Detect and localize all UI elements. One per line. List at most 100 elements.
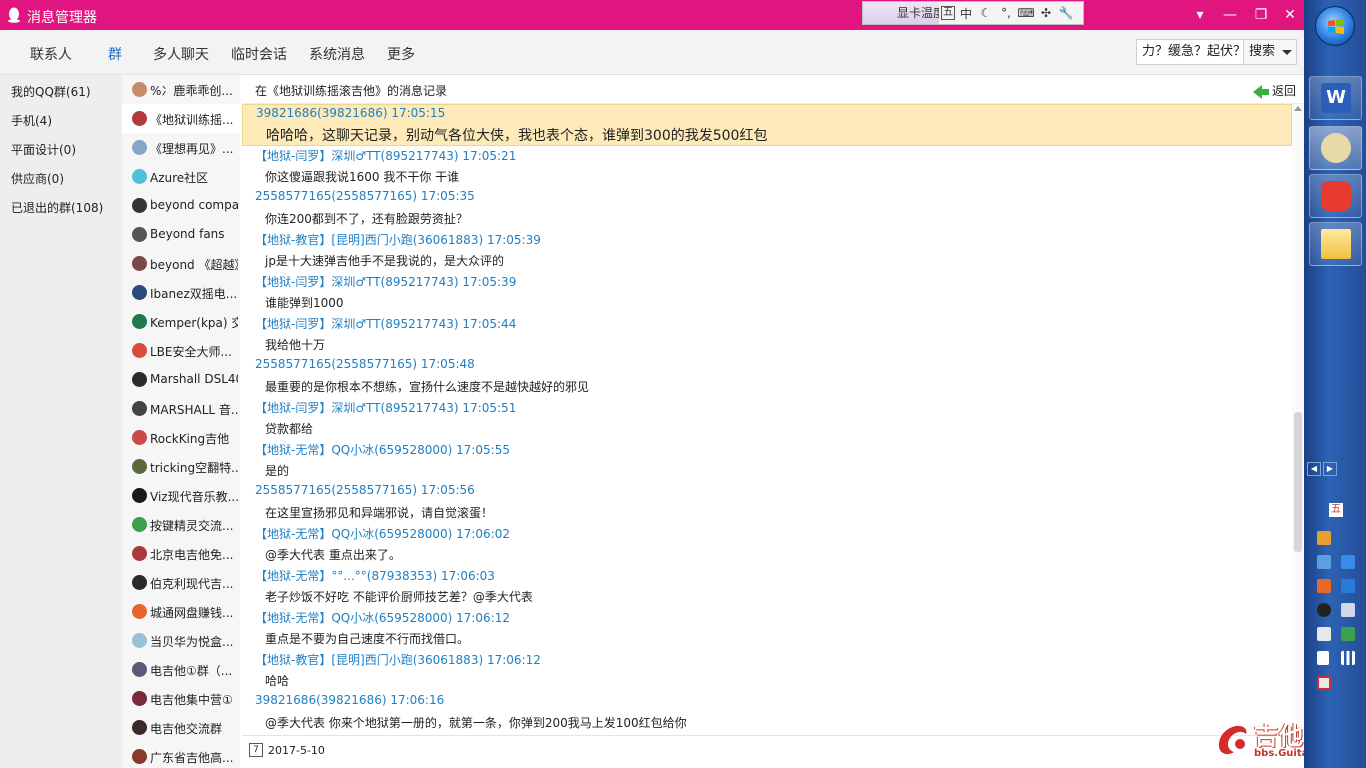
- tab-system-messages[interactable]: 系统消息: [309, 44, 365, 64]
- message-sender[interactable]: 【地狱-无常】°°...°°(87938353) 17:06:03: [255, 567, 495, 584]
- group-list-item[interactable]: 电吉他集中营①: [122, 684, 240, 713]
- search-input[interactable]: 力？缓急？起伏？: [1136, 39, 1244, 65]
- group-list-item[interactable]: 电吉他交流群: [122, 713, 240, 742]
- group-avatar: [132, 749, 147, 764]
- message-scrollbar[interactable]: [1292, 104, 1304, 734]
- scrollbar-thumb[interactable]: [1294, 412, 1302, 552]
- tray-bluetooth-icon[interactable]: [1341, 579, 1355, 593]
- chevron-right-icon[interactable]: ▶: [1323, 462, 1337, 476]
- group-list-item[interactable]: Marshall DSL40C: [122, 365, 240, 394]
- category-mobile[interactable]: 手机(4): [11, 112, 52, 129]
- category-sidebar: 我的QQ群(61) 手机(4) 平面设计(0) 供应商(0) 已退出的群(108…: [0, 75, 122, 768]
- group-list-item[interactable]: 广东省吉他高...: [122, 742, 240, 768]
- search-button[interactable]: 搜索: [1244, 39, 1297, 65]
- group-list-item[interactable]: Beyond fans: [122, 220, 240, 249]
- tray-app-icon[interactable]: [1317, 531, 1331, 545]
- message-item: 【地狱-教官】[昆明]西门小跑(36061883) 17:05:39 jp是十大速…: [242, 230, 1292, 272]
- message-sender[interactable]: 【地狱-闫罗】深圳♂TT(895217743) 17:05:39: [255, 273, 516, 290]
- volume-icon[interactable]: [1317, 651, 1329, 665]
- taskbar-word-button[interactable]: W: [1309, 76, 1362, 120]
- taskbar-app-button[interactable]: [1309, 174, 1362, 218]
- group-list-item[interactable]: 《地狱训练摇...: [122, 104, 240, 133]
- group-list-item[interactable]: RockKing吉他: [122, 423, 240, 452]
- message-item: 【地狱-无常】QQ小冰(659528000) 17:06:12 重点是不要为自己速…: [242, 608, 1292, 650]
- wrench-icon[interactable]: 🔧: [1057, 6, 1075, 20]
- message-sender[interactable]: 39821686(39821686) 17:06:16: [255, 693, 444, 707]
- chevron-down-icon[interactable]: ▾: [1190, 5, 1210, 25]
- window-title: 消息管理器: [27, 10, 97, 26]
- group-list-item[interactable]: beyond 《超越》: [122, 249, 240, 278]
- moon-icon[interactable]: ☾: [977, 6, 995, 20]
- chinese-mode-icon[interactable]: 中: [957, 5, 975, 22]
- message-sender[interactable]: 2558577165(2558577165) 17:05:35: [255, 189, 475, 203]
- message-sender[interactable]: 2558577165(2558577165) 17:05:48: [255, 357, 475, 371]
- tray-feather-icon[interactable]: [1341, 555, 1355, 569]
- tray-network-app-icon[interactable]: [1317, 555, 1331, 569]
- minimize-button[interactable]: —: [1220, 5, 1240, 25]
- message-text: 哈哈哈，这聊天记录，别动气各位大侠，我也表个态，谁弹到300的我发500红包: [266, 128, 768, 144]
- tray-network-error-icon[interactable]: [1317, 676, 1331, 690]
- group-list-item[interactable]: 《理想再见》...: [122, 133, 240, 162]
- word-icon: W: [1321, 83, 1351, 113]
- message-sender[interactable]: 【地狱-教官】[昆明]西门小跑(36061883) 17:05:39: [255, 231, 541, 248]
- category-my-groups[interactable]: 我的QQ群(61): [11, 83, 91, 100]
- punctuation-icon[interactable]: °,: [997, 6, 1015, 20]
- tray-shield-icon[interactable]: [1341, 627, 1355, 641]
- toolbox-icon[interactable]: ✣: [1037, 6, 1055, 20]
- tab-temp-session[interactable]: 临时会话: [231, 44, 287, 64]
- red-app-icon: [1321, 181, 1351, 211]
- group-list-item[interactable]: Azure社区: [122, 162, 240, 191]
- message-sender[interactable]: 【地狱-闫罗】深圳♂TT(895217743) 17:05:21: [255, 147, 516, 164]
- calendar-icon[interactable]: 7: [249, 743, 263, 757]
- message-sender[interactable]: 2558577165(2558577165) 17:05:56: [255, 483, 475, 497]
- group-list-item[interactable]: Kemper(kpa) 交流: [122, 307, 240, 336]
- group-list-item[interactable]: %冫鹿乖乖创...: [122, 75, 240, 104]
- start-button[interactable]: [1315, 6, 1355, 46]
- group-list-item[interactable]: 城通网盘赚钱...: [122, 597, 240, 626]
- group-list-item[interactable]: 北京电吉他免...: [122, 539, 240, 568]
- message-sender[interactable]: 【地狱-教官】[昆明]西门小跑(36061883) 17:06:12: [255, 651, 541, 668]
- tab-multi-chat[interactable]: 多人聊天: [153, 44, 209, 64]
- message-sender[interactable]: 【地狱-闫罗】深圳♂TT(895217743) 17:05:51: [255, 399, 516, 416]
- group-list-item[interactable]: 电吉他①群（...: [122, 655, 240, 684]
- scroll-up-icon[interactable]: [1294, 106, 1302, 111]
- group-avatar: [132, 343, 147, 358]
- back-button[interactable]: 返回: [1252, 82, 1296, 99]
- category-exited-groups[interactable]: 已退出的群(108): [11, 199, 103, 216]
- group-list-item[interactable]: 伯克利现代吉...: [122, 568, 240, 597]
- group-list-item[interactable]: 当贝华为悦盒...: [122, 626, 240, 655]
- chevron-left-icon[interactable]: ◀: [1307, 462, 1321, 476]
- group-name: 北京电吉他免...: [150, 548, 234, 562]
- message-sender[interactable]: 【地狱-无常】QQ小冰(659528000) 17:06:02: [255, 525, 510, 542]
- message-sender[interactable]: 【地狱-无常】QQ小冰(659528000) 17:06:12: [255, 609, 510, 626]
- keyboard-icon[interactable]: ⌨: [1017, 6, 1035, 20]
- tab-contacts[interactable]: 联系人: [30, 44, 72, 64]
- tab-groups[interactable]: 群: [108, 44, 122, 64]
- group-list-item[interactable]: Viz现代音乐教...: [122, 481, 240, 510]
- message-sender[interactable]: 39821686(39821686) 17:05:15: [256, 106, 445, 120]
- taskbar-explorer-button[interactable]: [1309, 222, 1362, 266]
- group-list-item[interactable]: MARSHALL 音...: [122, 394, 240, 423]
- group-list-item[interactable]: tricking空翻特...: [122, 452, 240, 481]
- tray-qq-icon[interactable]: [1317, 603, 1331, 617]
- ime-ad-label[interactable]: 显卡温度: [863, 2, 939, 24]
- tray-document-icon[interactable]: [1341, 603, 1355, 617]
- tray-device-icon[interactable]: [1317, 627, 1331, 641]
- chevron-down-icon[interactable]: [1282, 50, 1292, 55]
- close-button[interactable]: ✕: [1280, 5, 1300, 25]
- category-suppliers[interactable]: 供应商(0): [11, 170, 64, 187]
- group-list-item[interactable]: beyond compare: [122, 191, 240, 220]
- group-list-item[interactable]: 按键精灵交流...: [122, 510, 240, 539]
- tray-tiger-icon[interactable]: [1317, 579, 1331, 593]
- message-sender[interactable]: 【地狱-闫罗】深圳♂TT(895217743) 17:05:44: [255, 315, 516, 332]
- taskbar-qq-button[interactable]: [1309, 126, 1362, 170]
- signal-icon[interactable]: [1341, 651, 1355, 665]
- message-sender[interactable]: 【地狱-无常】QQ小冰(659528000) 17:05:55: [255, 441, 510, 458]
- ime-logo-icon[interactable]: 五: [941, 6, 955, 20]
- group-list-item[interactable]: LBE安全大师...: [122, 336, 240, 365]
- group-list-item[interactable]: Ibanez双摇电...: [122, 278, 240, 307]
- tab-more[interactable]: 更多: [387, 44, 415, 64]
- restore-button[interactable]: ❐: [1251, 5, 1271, 25]
- ime-tray-icon[interactable]: 五: [1329, 503, 1343, 517]
- category-graphic-design[interactable]: 平面设计(0): [11, 141, 76, 158]
